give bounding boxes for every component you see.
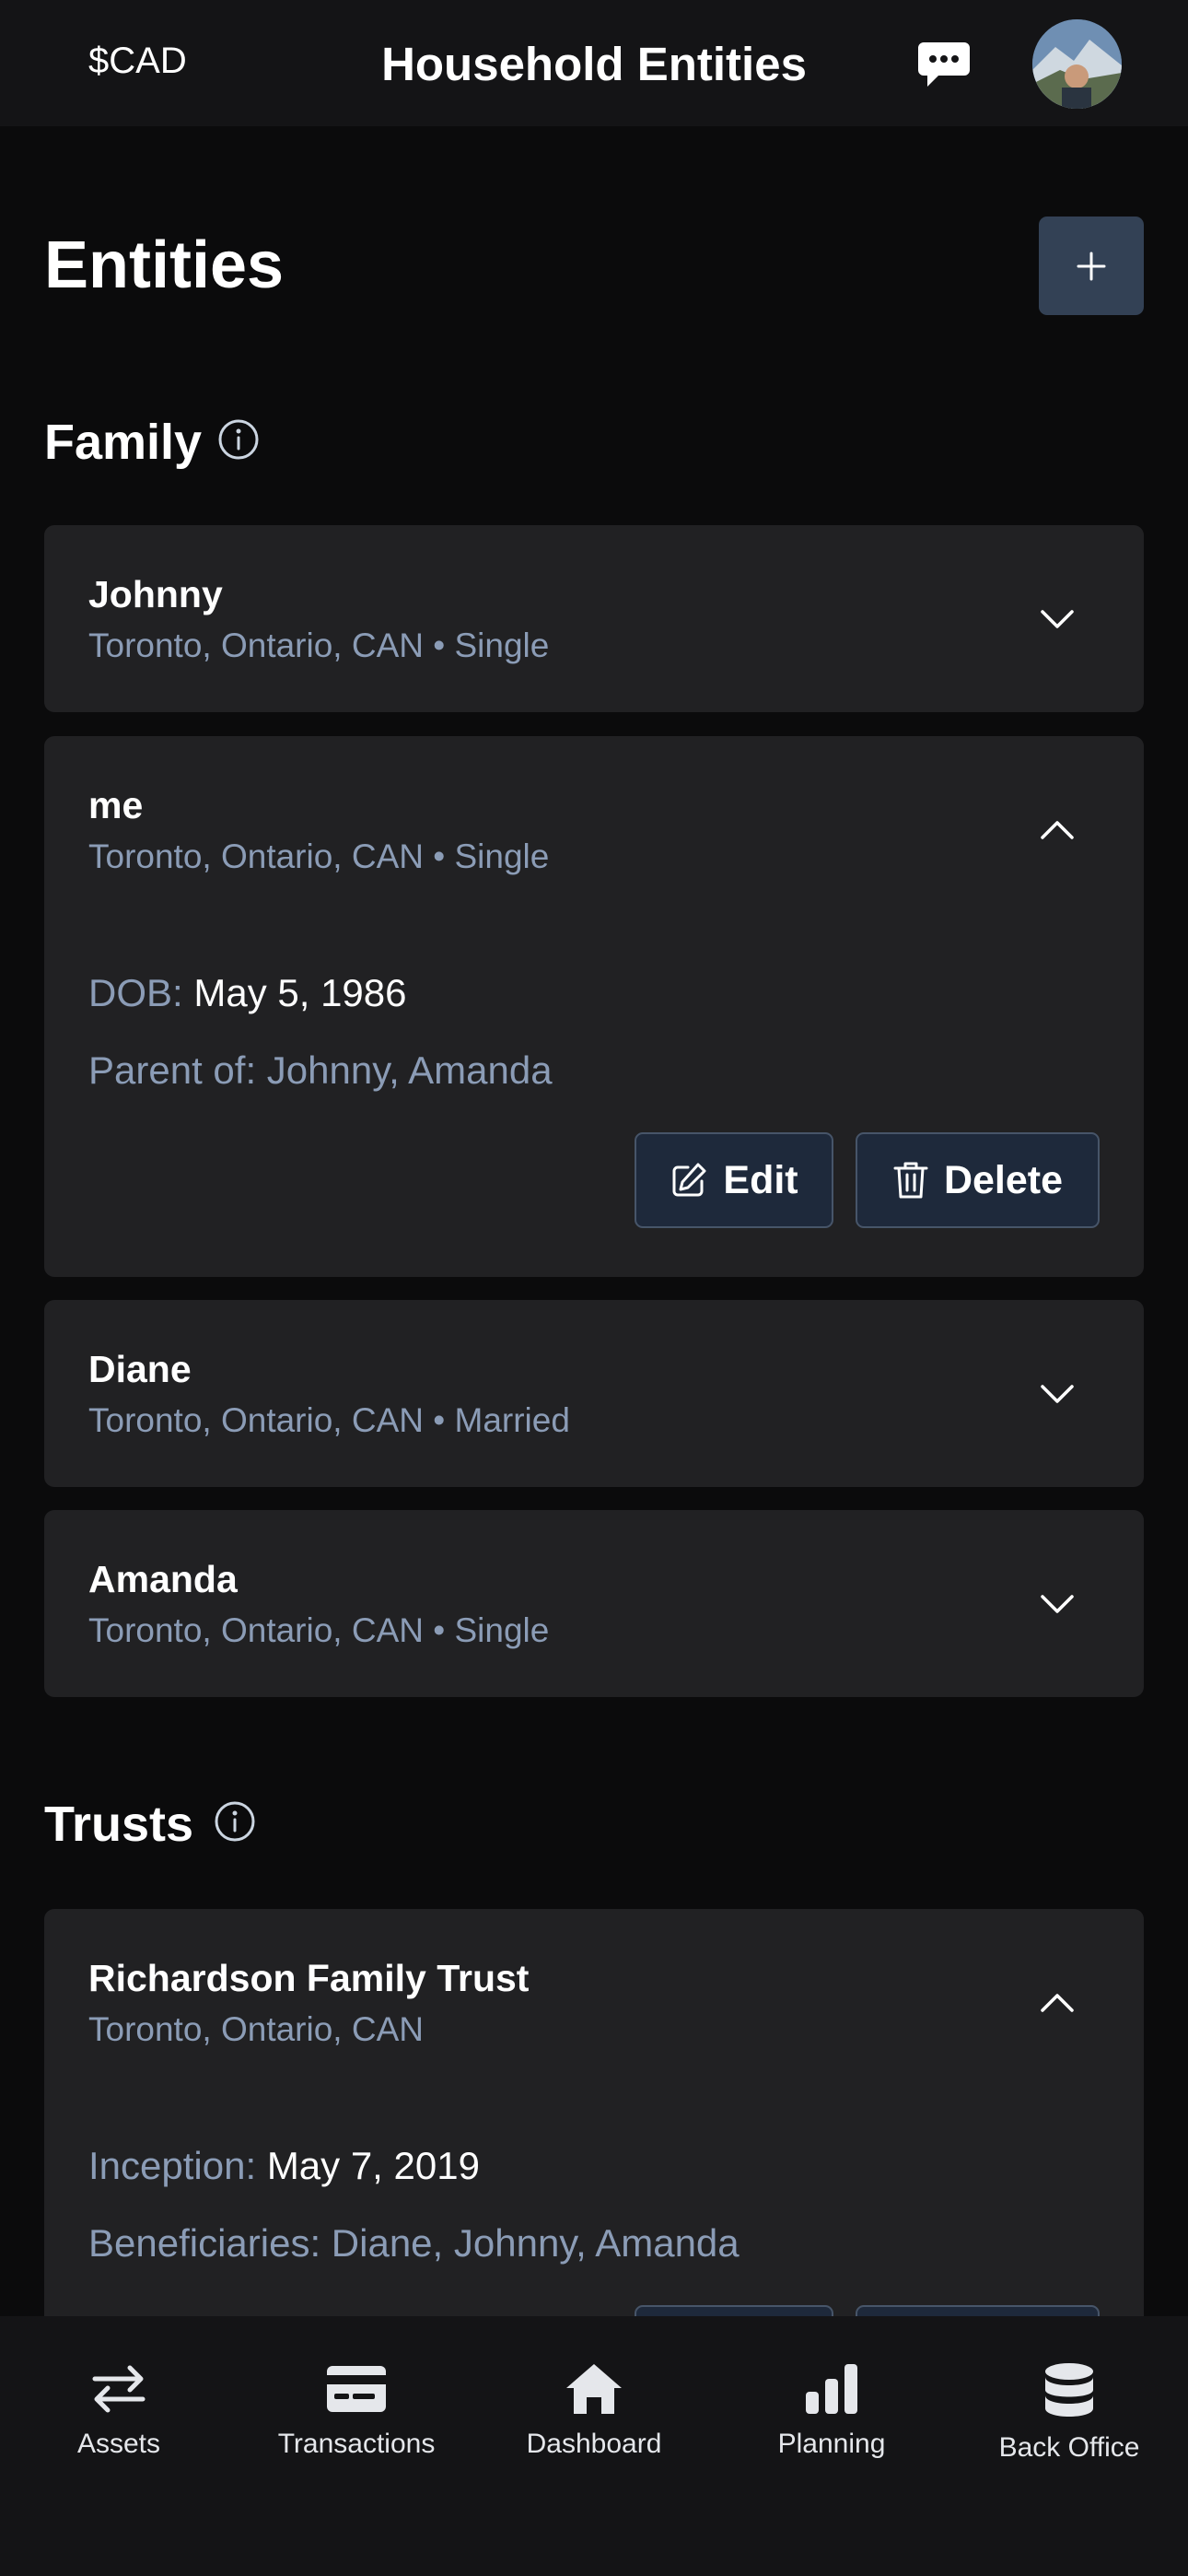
chevron-up-icon[interactable] [1040, 1992, 1075, 2014]
tab-label: Assets [76, 2429, 161, 2459]
trash-icon [893, 1162, 928, 1199]
tab-planning[interactable]: Planning [726, 2362, 938, 2460]
delete-button[interactable]: Delete [856, 1132, 1100, 1228]
credit-card-icon [327, 2366, 386, 2412]
tab-back-office[interactable]: Back Office [963, 2362, 1175, 2464]
info-icon[interactable] [217, 418, 260, 461]
dob-row: DOB: May 5, 1986 [88, 971, 407, 1015]
entity-card-johnny[interactable]: Johnny Toronto, Ontario, CAN • Single [44, 525, 1144, 712]
tab-assets[interactable]: Assets [13, 2362, 225, 2460]
entity-card-amanda[interactable]: Amanda Toronto, Ontario, CAN • Single [44, 1510, 1144, 1697]
entity-subtitle: Toronto, Ontario, CAN • Single [88, 1611, 550, 1649]
inception-value: May 7, 2019 [266, 2144, 480, 2187]
dob-value: May 5, 1986 [193, 971, 407, 1014]
entity-subtitle: Toronto, Ontario, CAN • Single [88, 837, 550, 875]
family-section-title: Family [44, 415, 203, 470]
edit-icon [672, 1163, 706, 1197]
delete-label: Delete [943, 1157, 1064, 1202]
arrows-exchange-icon [92, 2365, 146, 2413]
home-icon [566, 2364, 622, 2414]
chevron-down-icon[interactable] [1040, 608, 1075, 630]
entity-name: me [88, 784, 144, 826]
entity-card-diane[interactable]: Diane Toronto, Ontario, CAN • Married [44, 1300, 1144, 1487]
bar-chart-icon [806, 2364, 857, 2414]
inception-label: Inception: [88, 2144, 257, 2187]
dob-label: DOB: [88, 971, 183, 1014]
beneficiaries-text: Beneficiaries: Diane, Johnny, Amanda [88, 2221, 740, 2265]
trusts-section-title: Trusts [44, 1797, 194, 1852]
entity-subtitle: Toronto, Ontario, CAN • Married [88, 1401, 570, 1439]
tab-label: Dashboard [526, 2429, 662, 2459]
inception-row: Inception: May 7, 2019 [88, 2144, 480, 2188]
entity-name: Amanda [88, 1558, 238, 1600]
tab-label: Back Office [998, 2432, 1140, 2463]
entity-subtitle: Toronto, Ontario, CAN [88, 2010, 424, 2048]
add-entity-button[interactable] [1039, 217, 1144, 315]
app-title: Household Entities [381, 38, 807, 90]
database-icon [1045, 2363, 1093, 2417]
chat-icon[interactable] [916, 39, 972, 90]
top-bar: $CAD Household Entities [0, 0, 1188, 126]
entity-name: Richardson Family Trust [88, 1957, 530, 1999]
avatar[interactable] [1032, 19, 1122, 109]
tab-label: Transactions [277, 2429, 436, 2459]
entity-card-me[interactable]: me Toronto, Ontario, CAN • Single DOB: M… [44, 736, 1144, 1277]
chevron-up-icon[interactable] [1040, 819, 1075, 841]
chevron-down-icon[interactable] [1040, 1593, 1075, 1615]
page-title: Entities [44, 228, 285, 302]
edit-label: Edit [723, 1157, 798, 1202]
chevron-down-icon[interactable] [1040, 1383, 1075, 1405]
tab-dashboard[interactable]: Dashboard [488, 2362, 700, 2460]
tab-label: Planning [777, 2429, 886, 2459]
entity-subtitle: Toronto, Ontario, CAN • Single [88, 626, 550, 664]
parent-of-text: Parent of: Johnny, Amanda [88, 1048, 553, 1092]
edit-button[interactable]: Edit [635, 1132, 833, 1228]
info-icon[interactable] [214, 1800, 256, 1843]
tab-transactions[interactable]: Transactions [250, 2362, 462, 2460]
entity-name: Diane [88, 1348, 192, 1390]
bottom-tab-bar: Assets Transactions Dashboard Planning B… [0, 2316, 1188, 2576]
entity-name: Johnny [88, 573, 223, 615]
plus-icon [1077, 252, 1106, 280]
